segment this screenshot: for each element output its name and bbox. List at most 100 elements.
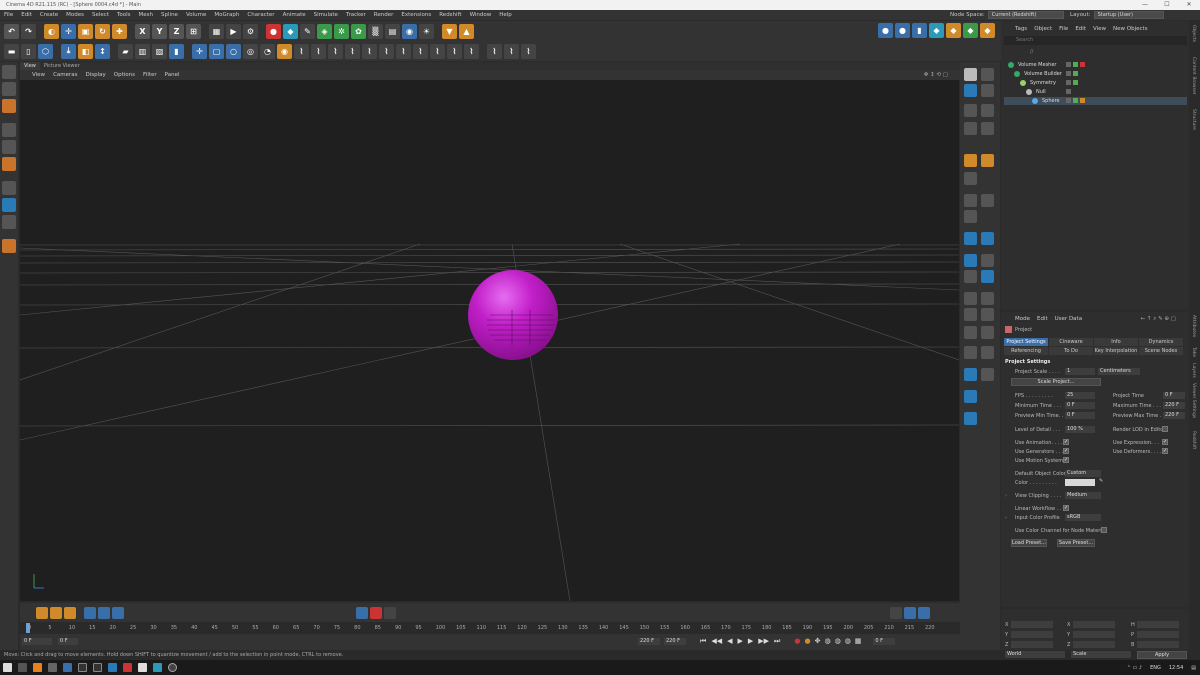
- dissolve-icon[interactable]: ⌇: [447, 43, 462, 59]
- clapper-icon[interactable]: ▬: [4, 43, 19, 59]
- key-scale-mode-icon[interactable]: ◍: [824, 637, 830, 646]
- tab-to-do[interactable]: To Do: [1049, 347, 1093, 355]
- eyedropper-icon[interactable]: ✎: [1099, 478, 1103, 484]
- points-mode-icon[interactable]: ▨: [152, 43, 167, 59]
- layout-icon[interactable]: [964, 68, 977, 81]
- vtab-viewer-settings[interactable]: Viewer Settings: [1191, 383, 1196, 418]
- linear-workflow-checkbox[interactable]: ✓: [1063, 505, 1069, 511]
- project-time-field[interactable]: 0 F: [1163, 392, 1185, 399]
- paint-icon[interactable]: [964, 84, 977, 97]
- polygon-icon[interactable]: [2, 157, 16, 171]
- render-active-icon[interactable]: [981, 368, 994, 381]
- menu-mesh[interactable]: Mesh: [139, 12, 153, 18]
- target-icon[interactable]: [964, 210, 977, 223]
- app-icon-1[interactable]: [63, 663, 72, 672]
- sculpt-mask-icon[interactable]: [964, 326, 977, 339]
- menu-animate[interactable]: Animate: [283, 12, 306, 18]
- paint-brush-icon[interactable]: [964, 346, 977, 359]
- record-key-icon[interactable]: ●: [794, 637, 800, 646]
- start-frame-field[interactable]: 0 F: [58, 637, 78, 645]
- bake-icon[interactable]: [964, 154, 977, 167]
- input-profile-dropdown[interactable]: sRGB: [1065, 514, 1101, 521]
- weight-icon[interactable]: [964, 254, 977, 267]
- load-preset-button[interactable]: Load Preset...: [1011, 539, 1047, 547]
- render-settings-icon[interactable]: ⚙: [243, 23, 258, 39]
- brush-tool-icon[interactable]: [981, 84, 994, 97]
- rs-light-icon[interactable]: ◆: [946, 23, 961, 38]
- menu-mograph[interactable]: MoGraph: [214, 12, 239, 18]
- close-button[interactable]: ✕: [1178, 0, 1200, 10]
- vtab-structure[interactable]: Structure: [1191, 109, 1196, 130]
- search-icon[interactable]: [18, 663, 27, 672]
- undo-icon[interactable]: ↶: [4, 23, 19, 39]
- 3d-viewport[interactable]: [20, 80, 959, 601]
- redo-icon[interactable]: ↷: [21, 23, 36, 39]
- object-menu-file[interactable]: File: [1059, 26, 1068, 32]
- object-menu-view[interactable]: View: [1093, 26, 1106, 32]
- app-icon-5[interactable]: [123, 663, 132, 672]
- menu-tracker[interactable]: Tracker: [346, 12, 366, 18]
- viewport-menu-cameras[interactable]: Cameras: [53, 72, 77, 78]
- relax-icon[interactable]: [981, 194, 994, 207]
- use-generators-checkbox[interactable]: ✓: [1063, 448, 1069, 454]
- menu-simulate[interactable]: Simulate: [314, 12, 338, 18]
- project-scale-field[interactable]: 1: [1065, 368, 1095, 375]
- viewport-menu-view[interactable]: View: [32, 72, 45, 78]
- menu-redshift[interactable]: Redshift: [439, 12, 461, 18]
- vtab-take[interactable]: Take: [1191, 347, 1196, 357]
- ik-icon[interactable]: [981, 270, 994, 283]
- key-param-icon[interactable]: ◍: [845, 637, 851, 646]
- tab-view[interactable]: View: [20, 62, 40, 70]
- app-icon-4[interactable]: [108, 663, 117, 672]
- tab-info[interactable]: Info: [1094, 338, 1138, 346]
- use-expression-checkbox[interactable]: ✓: [1162, 439, 1168, 445]
- render-lod-checkbox[interactable]: [1162, 426, 1168, 432]
- cinema4d-taskbar-icon[interactable]: [168, 663, 177, 672]
- apply-button[interactable]: Apply: [1137, 651, 1187, 659]
- loop-icon[interactable]: ⌇: [345, 43, 360, 59]
- viewport-menu-options[interactable]: Options: [114, 72, 135, 78]
- preview-max-field[interactable]: 220 F: [1163, 412, 1185, 419]
- lod-field[interactable]: 100 %: [1065, 426, 1095, 433]
- attr-menu-user-data[interactable]: User Data: [1055, 316, 1082, 322]
- rotate-tool-icon[interactable]: ↻: [95, 23, 110, 39]
- menu-select[interactable]: Select: [92, 12, 109, 18]
- tab-scene-nodes[interactable]: Scene Nodes: [1139, 347, 1183, 355]
- sculpt-icon[interactable]: ◎: [243, 43, 258, 59]
- tab-picture-viewer[interactable]: Picture Viewer: [40, 62, 84, 70]
- expand-arrow-icon[interactable]: ›: [1005, 493, 1007, 499]
- polygon-pen-icon[interactable]: ⌇: [430, 43, 445, 59]
- menu-modes[interactable]: Modes: [66, 12, 84, 18]
- app-icon-6[interactable]: [138, 663, 147, 672]
- hide-icon[interactable]: ⌇: [521, 43, 536, 59]
- key-rotation-icon[interactable]: [112, 607, 124, 619]
- render-view-icon[interactable]: ▦: [209, 23, 224, 39]
- tab-project-settings[interactable]: Project Settings: [1004, 338, 1048, 346]
- use-deformers-checkbox[interactable]: ✓: [1162, 448, 1168, 454]
- scale-tool-icon[interactable]: ▣: [78, 23, 93, 39]
- move-icon[interactable]: ✛: [192, 43, 207, 59]
- clock[interactable]: 12:54: [1169, 665, 1183, 671]
- move-tool-icon[interactable]: ✛: [61, 23, 76, 39]
- vtab-objects[interactable]: Objects: [1191, 25, 1196, 42]
- rot-h-field[interactable]: [1137, 621, 1179, 628]
- vtab-attributes[interactable]: Attributes: [1191, 315, 1196, 337]
- use-motion-checkbox[interactable]: ✓: [1063, 457, 1069, 463]
- object-menu-object[interactable]: Object: [1034, 26, 1052, 32]
- magnet-icon[interactable]: ◉: [277, 43, 292, 59]
- menu-character[interactable]: Character: [247, 12, 274, 18]
- vtab-redshift[interactable]: Redshift: [1191, 431, 1196, 449]
- viewport-menu-filter[interactable]: Filter: [143, 72, 157, 78]
- frame-right-field[interactable]: 0 F: [873, 637, 896, 645]
- guide-icon[interactable]: [981, 292, 994, 305]
- timeline-extra-icon[interactable]: [918, 607, 930, 619]
- timeline-grid-icon[interactable]: [384, 607, 396, 619]
- key-position-icon[interactable]: [84, 607, 96, 619]
- attr-menu-mode[interactable]: Mode: [1015, 316, 1030, 322]
- sketch-icon[interactable]: [981, 232, 994, 245]
- object-row-volume-mesher[interactable]: Volume Mesher: [1004, 61, 1187, 69]
- menu-edit[interactable]: Edit: [21, 12, 32, 18]
- start-icon[interactable]: [3, 663, 12, 672]
- knife-icon[interactable]: ◔: [260, 43, 275, 59]
- menu-extensions[interactable]: Extensions: [401, 12, 431, 18]
